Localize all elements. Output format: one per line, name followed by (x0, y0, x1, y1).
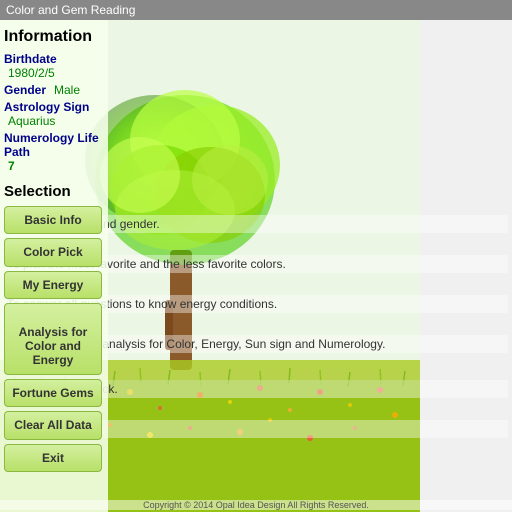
birthdate-label: Birthdate (4, 52, 57, 66)
app-title: Color and Gem Reading (6, 3, 135, 17)
selection-heading: Selection (4, 183, 104, 200)
info-section: Information Birthdate 1980/2/5 Gender Ma… (4, 28, 104, 173)
exit-button[interactable]: Exit (4, 444, 102, 472)
numerology-value: 7 (8, 159, 15, 173)
copyright: Copyright © 2014 Opal Idea Design All Ri… (0, 500, 512, 510)
analysis-label: Analysis for Color and Energy (19, 325, 88, 368)
info-heading: Information (4, 28, 104, 46)
title-bar: Color and Gem Reading (0, 0, 512, 20)
analysis-button[interactable]: Analysis for Color and Energy (4, 303, 102, 375)
numerology-label: Numerology Life Path (4, 131, 102, 159)
fortune-gems-button[interactable]: Fortune Gems (4, 379, 102, 407)
left-panel: Information Birthdate 1980/2/5 Gender Ma… (0, 20, 108, 512)
color-pick-button[interactable]: Color Pick (4, 238, 102, 266)
selection-section: Selection Basic Info Color Pick My Energ… (4, 183, 104, 472)
clear-all-data-button[interactable]: Clear All Data (4, 411, 102, 439)
astrology-row: Astrology Sign Aquarius (4, 100, 104, 128)
astrology-value: Aquarius (8, 114, 55, 128)
gender-row: Gender Male (4, 83, 104, 97)
numerology-row: Numerology Life Path 7 (4, 131, 104, 173)
gender-label: Gender (4, 83, 46, 97)
my-energy-button[interactable]: My Energy (4, 271, 102, 299)
birthdate-value: 1980/2/5 (8, 66, 55, 80)
basic-info-button[interactable]: Basic Info (4, 206, 102, 234)
astrology-label: Astrology Sign (4, 100, 89, 114)
main-container: To fill in birthday and gender. To pick … (0, 20, 512, 512)
birthdate-row: Birthdate 1980/2/5 (4, 52, 104, 80)
gender-value: Male (54, 83, 80, 97)
